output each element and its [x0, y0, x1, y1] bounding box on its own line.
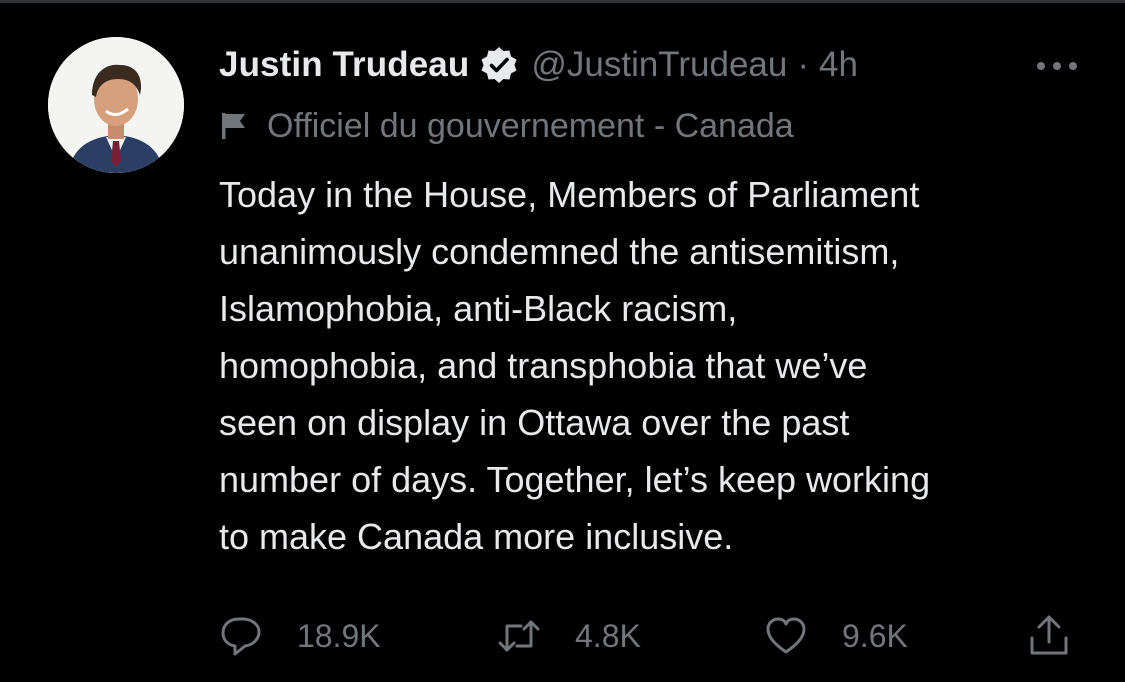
- government-flag-icon: [219, 111, 249, 141]
- government-label-text: Officiel du gouvernement - Canada: [267, 106, 794, 145]
- government-label: Officiel du gouvernement - Canada: [219, 104, 1079, 148]
- share-button[interactable]: [1027, 608, 1071, 664]
- top-divider: [0, 0, 1125, 3]
- separator-dot: ·: [797, 45, 810, 84]
- tweet-actions: 18.9K 4.8K 9.6K: [219, 608, 1079, 664]
- avatar[interactable]: [48, 37, 184, 173]
- reply-count: 18.9K: [297, 617, 381, 654]
- reply-button[interactable]: 18.9K: [219, 608, 381, 664]
- tweet-header: Justin Trudeau @JustinTrudeau · 4h: [219, 40, 1079, 90]
- retweet-button[interactable]: 4.8K: [497, 608, 641, 664]
- retweet-icon: [497, 614, 541, 658]
- verified-badge-icon: [479, 45, 519, 85]
- share-icon: [1027, 614, 1071, 658]
- tweet-body: Justin Trudeau @JustinTrudeau · 4h Offic…: [219, 40, 1079, 565]
- like-button[interactable]: 9.6K: [764, 608, 908, 664]
- tweet-text: Today in the House, Members of Parliamen…: [219, 174, 931, 557]
- retweet-count: 4.8K: [575, 617, 641, 654]
- user-handle[interactable]: @JustinTrudeau: [531, 45, 787, 85]
- reply-icon: [219, 614, 263, 658]
- like-count: 9.6K: [842, 617, 908, 654]
- display-name[interactable]: Justin Trudeau: [219, 45, 469, 85]
- more-options-icon[interactable]: [1035, 58, 1079, 74]
- heart-icon: [764, 614, 808, 658]
- tweet-timestamp[interactable]: 4h: [819, 45, 858, 85]
